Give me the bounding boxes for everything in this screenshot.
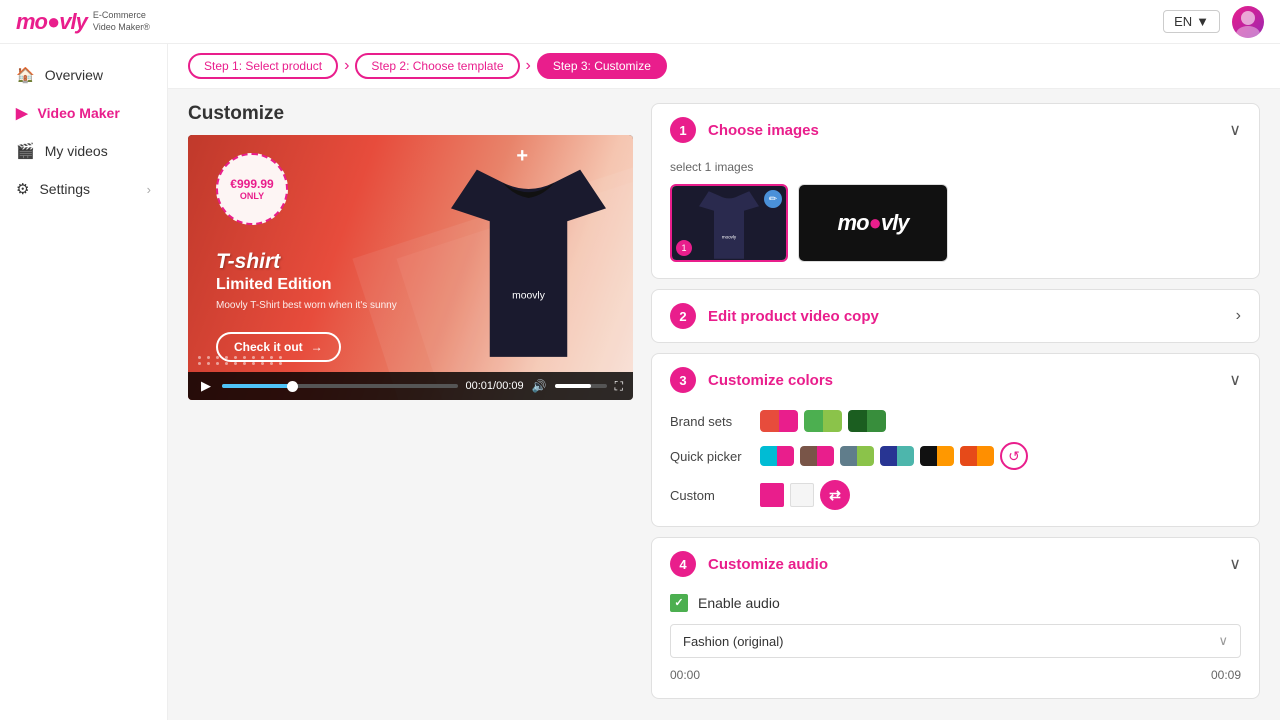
time-display: 00:01/00:09 bbox=[466, 380, 524, 392]
arrow-right-icon: → bbox=[311, 340, 323, 354]
custom-color-1[interactable] bbox=[760, 483, 784, 507]
image-thumb-moovly[interactable]: mo●vly bbox=[798, 184, 948, 262]
section-copy-header[interactable]: 2 Edit product video copy › bbox=[652, 290, 1259, 342]
audio-track-select[interactable]: Fashion (original) ∨ bbox=[670, 624, 1241, 658]
page-title: Customize bbox=[188, 103, 633, 125]
progress-bar[interactable] bbox=[222, 384, 458, 388]
sidebar-item-settings[interactable]: ⚙ Settings › bbox=[0, 170, 167, 208]
section-audio-title: Customize audio bbox=[708, 556, 1229, 573]
brand-set-2[interactable] bbox=[804, 410, 842, 432]
cta-button[interactable]: Check it out → bbox=[216, 332, 341, 362]
avatar[interactable] bbox=[1232, 6, 1264, 38]
select-images-label: select 1 images bbox=[670, 160, 1241, 174]
thumb-number-badge: 1 bbox=[676, 240, 692, 256]
sidebar-item-video-maker[interactable]: ▶ Video Maker bbox=[0, 94, 167, 132]
audio-time-start: 00:00 bbox=[670, 668, 700, 682]
quick-pick-4[interactable] bbox=[880, 446, 914, 466]
price-badge: €999.99 ONLY bbox=[216, 153, 288, 225]
only-text: ONLY bbox=[240, 191, 264, 201]
logo-subtitle: E-Commerce Video Maker® bbox=[93, 10, 150, 33]
video-panel: Customize bbox=[188, 103, 633, 706]
lang-chevron-icon: ▼ bbox=[1196, 14, 1209, 29]
fullscreen-button[interactable]: ⛶ bbox=[615, 379, 623, 394]
custom-color-2[interactable] bbox=[790, 483, 814, 507]
gear-icon: ⚙ bbox=[16, 180, 29, 198]
quick-pick-1[interactable] bbox=[760, 446, 794, 466]
section-copy-chevron-icon: › bbox=[1236, 307, 1241, 325]
reset-colors-button[interactable]: ↺ bbox=[1000, 442, 1028, 470]
step-1[interactable]: Step 1: Select product bbox=[188, 53, 338, 79]
section-audio: 4 Customize audio ∨ ✓ Enable audio bbox=[651, 537, 1260, 699]
section-colors: 3 Customize colors ∨ Brand sets bbox=[651, 353, 1260, 527]
audio-select-chevron-icon: ∨ bbox=[1218, 633, 1228, 649]
video-subtitle: Limited Edition bbox=[216, 276, 397, 294]
video-text: T-shirt Limited Edition Moovly T-Shirt b… bbox=[216, 250, 397, 311]
quick-pick-5[interactable] bbox=[920, 446, 954, 466]
video-icon: ▶ bbox=[16, 104, 28, 122]
step-arrow-2: › bbox=[526, 57, 531, 75]
quick-picker-label: Quick picker bbox=[670, 449, 760, 464]
sidebar-item-overview[interactable]: 🏠 Overview bbox=[0, 56, 167, 94]
images-body: select 1 images moovly ✏ bbox=[652, 156, 1259, 278]
brand-sets-label: Brand sets bbox=[670, 414, 760, 429]
quick-pick-2[interactable] bbox=[800, 446, 834, 466]
sidebar: 🏠 Overview ▶ Video Maker 🎬 My videos ⚙ S… bbox=[0, 44, 168, 720]
section-2-number: 2 bbox=[670, 303, 696, 329]
home-icon: 🏠 bbox=[16, 66, 35, 84]
section-3-number: 3 bbox=[670, 367, 696, 393]
quick-pick-6[interactable] bbox=[960, 446, 994, 466]
lang-selector[interactable]: EN ▼ bbox=[1163, 10, 1220, 33]
section-audio-header[interactable]: 4 Customize audio ∨ bbox=[652, 538, 1259, 590]
brand-set-3[interactable] bbox=[848, 410, 886, 432]
price-text: €999.99 bbox=[230, 177, 273, 191]
section-4-number: 4 bbox=[670, 551, 696, 577]
section-colors-chevron-icon: ∨ bbox=[1229, 370, 1241, 390]
play-button[interactable]: ▶ bbox=[198, 377, 214, 395]
colors-body: Brand sets bbox=[652, 406, 1259, 526]
step-2[interactable]: Step 2: Choose template bbox=[355, 53, 519, 79]
swap-colors-button[interactable]: ⇄ bbox=[820, 480, 850, 510]
image-thumb-tshirt[interactable]: moovly ✏ 1 bbox=[670, 184, 788, 262]
section-images-chevron-icon: ∨ bbox=[1229, 120, 1241, 140]
section-colors-title: Customize colors bbox=[708, 372, 1229, 389]
volume-bar[interactable] bbox=[555, 384, 607, 388]
section-images-title: Choose images bbox=[708, 122, 1229, 139]
svg-text:moovly: moovly bbox=[512, 291, 546, 302]
logo-text: mo●vly bbox=[16, 9, 87, 35]
audio-body: ✓ Enable audio Fashion (original) ∨ 00:0… bbox=[652, 590, 1259, 698]
video-title-italic: T-shirt bbox=[216, 250, 397, 274]
steps-bar: Step 1: Select product › Step 2: Choose … bbox=[168, 44, 1280, 89]
audio-checkbox[interactable]: ✓ bbox=[670, 594, 688, 612]
section-colors-header[interactable]: 3 Customize colors ∨ bbox=[652, 354, 1259, 406]
svg-text:moovly: moovly bbox=[722, 234, 737, 239]
section-1-number: 1 bbox=[670, 117, 696, 143]
section-copy: 2 Edit product video copy › bbox=[651, 289, 1260, 343]
volume-button[interactable]: 🔊 bbox=[532, 379, 547, 393]
section-images: 1 Choose images ∨ select 1 images bbox=[651, 103, 1260, 279]
brand-set-1[interactable] bbox=[760, 410, 798, 432]
section-images-header[interactable]: 1 Choose images ∨ bbox=[652, 104, 1259, 156]
chevron-right-icon: › bbox=[147, 182, 151, 197]
quick-pick-3[interactable] bbox=[840, 446, 874, 466]
enable-audio-label: Enable audio bbox=[698, 595, 780, 611]
video-tagline: Moovly T-Shirt best worn when it's sunny bbox=[216, 300, 397, 311]
plus-icon[interactable]: + bbox=[516, 145, 528, 168]
sections-panel: 1 Choose images ∨ select 1 images bbox=[651, 103, 1260, 706]
thumb-edit-badge: ✏ bbox=[764, 190, 782, 208]
step-3[interactable]: Step 3: Customize bbox=[537, 53, 667, 79]
tshirt-image: moovly bbox=[443, 140, 613, 380]
custom-label: Custom bbox=[670, 488, 760, 503]
section-audio-chevron-icon: ∨ bbox=[1229, 554, 1241, 574]
film-icon: 🎬 bbox=[16, 142, 35, 160]
step-arrow-1: › bbox=[344, 57, 349, 75]
logo: mo●vly E-Commerce Video Maker® bbox=[16, 9, 150, 35]
sidebar-item-my-videos[interactable]: 🎬 My videos bbox=[0, 132, 167, 170]
video-controls: ▶ 00:01/00:09 🔊 ⛶ bbox=[188, 372, 633, 400]
audio-track-name: Fashion (original) bbox=[683, 634, 783, 649]
video-player[interactable]: €999.99 ONLY + moovly bbox=[188, 135, 633, 400]
section-copy-title: Edit product video copy bbox=[708, 308, 1236, 325]
audio-time-end: 00:09 bbox=[1211, 668, 1241, 682]
